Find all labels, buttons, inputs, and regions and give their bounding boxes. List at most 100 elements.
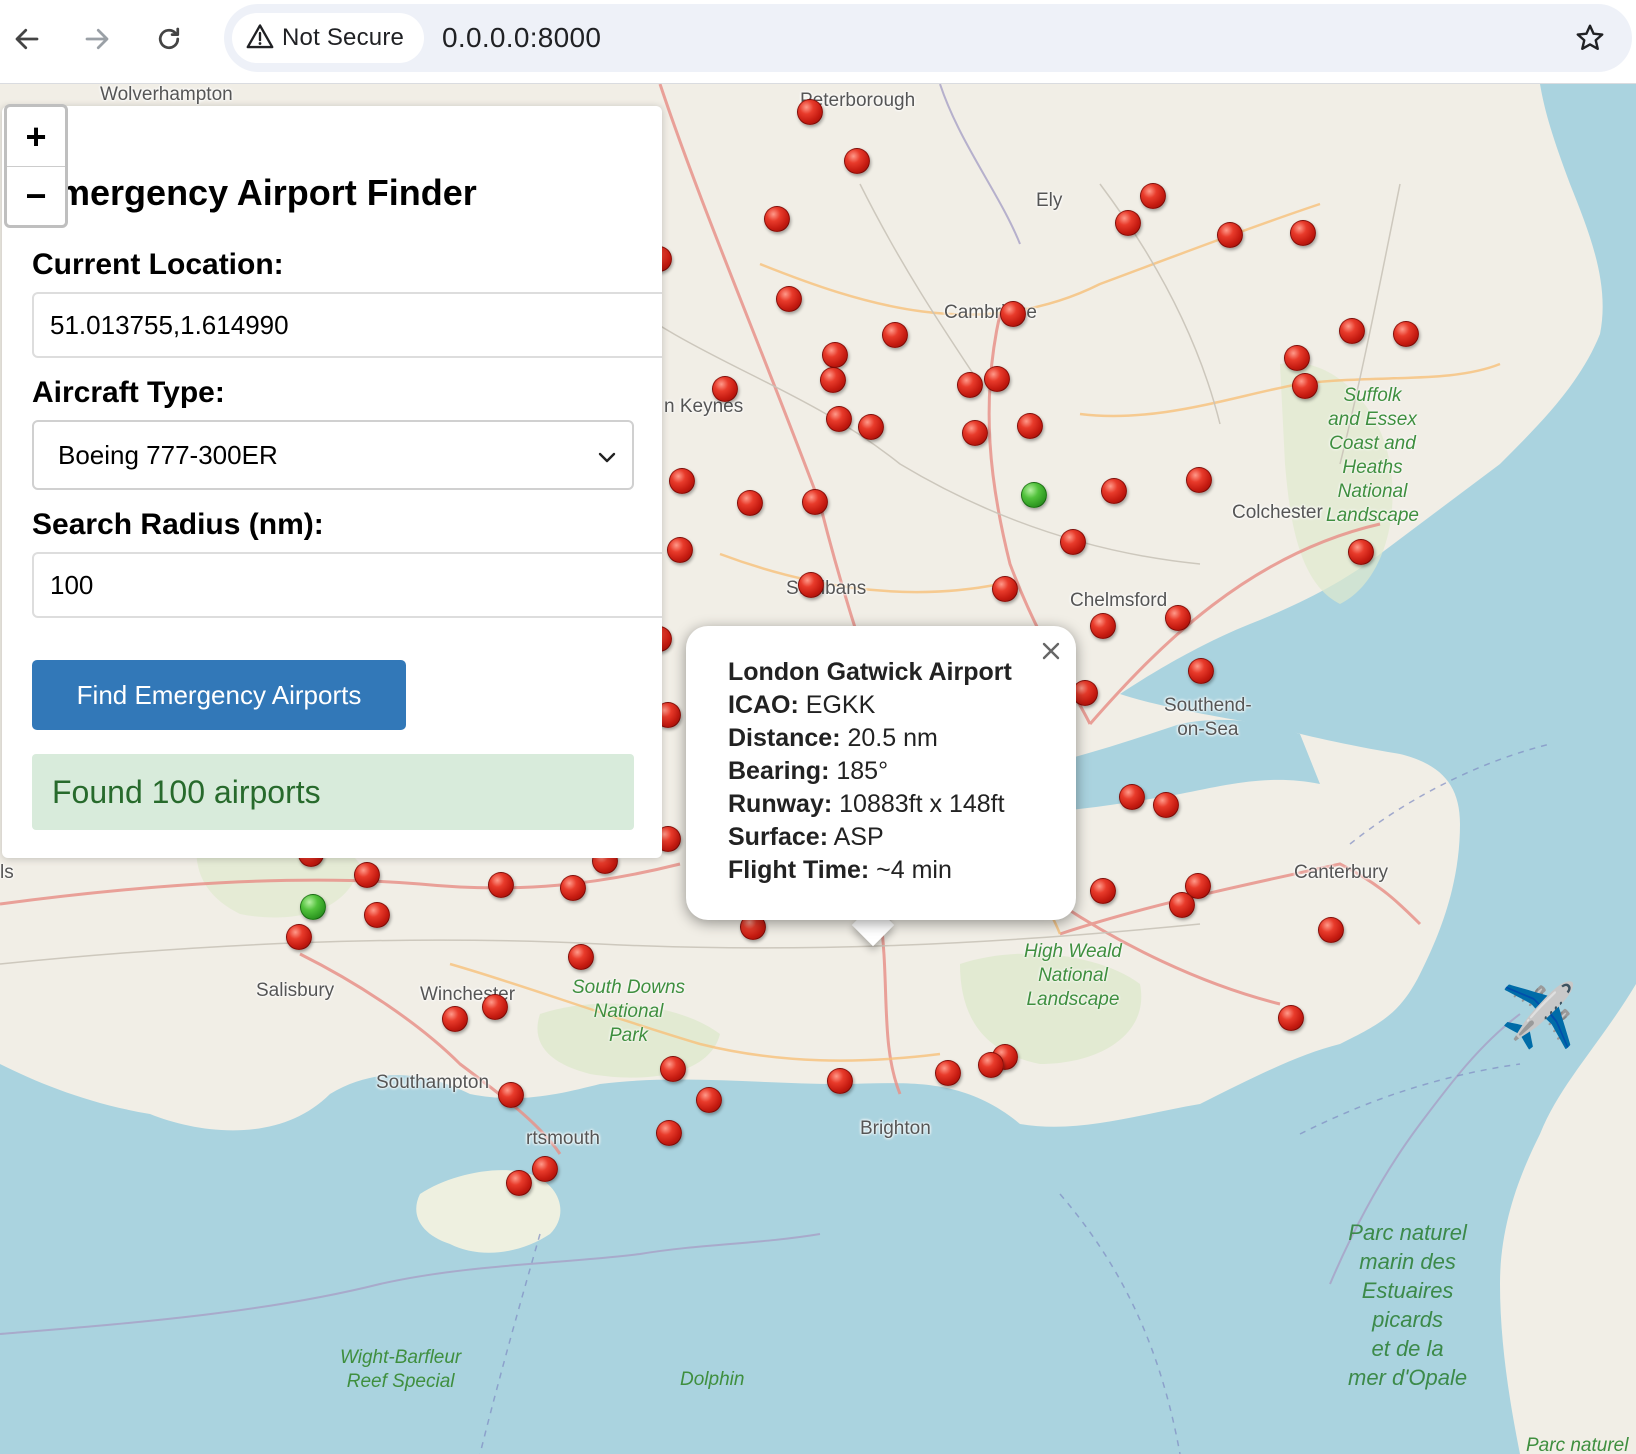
warning-icon xyxy=(246,23,274,54)
security-chip[interactable]: Not Secure xyxy=(232,13,424,63)
aircraft-select[interactable]: Boeing 777-300ER xyxy=(32,420,634,490)
reload-icon[interactable] xyxy=(144,14,194,64)
airport-marker[interactable] xyxy=(822,342,848,368)
airport-marker[interactable] xyxy=(992,576,1018,602)
airport-marker[interactable] xyxy=(532,1156,558,1182)
control-panel: Emergency Airport Finder Current Locatio… xyxy=(2,106,662,858)
popup-flight-time: Flight Time: ~4 min xyxy=(728,856,952,884)
airport-marker[interactable] xyxy=(776,286,802,312)
airport-marker[interactable] xyxy=(286,924,312,950)
forward-icon[interactable] xyxy=(72,14,122,64)
airport-marker[interactable] xyxy=(1165,605,1191,631)
panel-title: Emergency Airport Finder xyxy=(34,172,477,213)
address-bar[interactable]: Not Secure 0.0.0.0:8000 xyxy=(224,4,1632,72)
airport-marker[interactable] xyxy=(1217,222,1243,248)
airport-marker[interactable] xyxy=(844,148,870,174)
popup-airport-name: London Gatwick Airport xyxy=(728,658,1012,686)
airport-marker[interactable] xyxy=(764,206,790,232)
airport-marker[interactable] xyxy=(1090,613,1116,639)
airport-marker[interactable] xyxy=(737,490,763,516)
airport-marker[interactable] xyxy=(1318,917,1344,943)
airport-marker[interactable] xyxy=(669,468,695,494)
zoom-out-button[interactable]: − xyxy=(7,166,65,225)
close-icon[interactable] xyxy=(1038,638,1064,664)
airport-marker[interactable] xyxy=(1339,318,1365,344)
url-text[interactable]: 0.0.0.0:8000 xyxy=(442,22,601,54)
airport-marker[interactable] xyxy=(1278,1005,1304,1031)
radius-input[interactable]: 100 xyxy=(32,552,662,618)
airport-marker[interactable] xyxy=(568,944,594,970)
zoom-in-button[interactable]: + xyxy=(7,107,65,166)
airport-marker[interactable] xyxy=(488,872,514,898)
park-label: High Weald National Landscape xyxy=(1024,941,1122,1010)
bookmark-star-icon[interactable] xyxy=(1568,16,1612,60)
airport-marker[interactable] xyxy=(660,1056,686,1082)
place-label: Ely xyxy=(1036,190,1063,211)
radius-label: Search Radius (nm): xyxy=(32,508,324,541)
airport-marker[interactable] xyxy=(1284,345,1310,371)
airport-marker[interactable] xyxy=(1348,539,1374,565)
airport-marker[interactable] xyxy=(1188,658,1214,684)
airport-marker[interactable] xyxy=(364,902,390,928)
airport-marker[interactable] xyxy=(482,994,508,1020)
airport-marker[interactable] xyxy=(1115,210,1141,236)
airport-marker[interactable] xyxy=(712,376,738,402)
aircraft-label: Aircraft Type: xyxy=(32,376,225,409)
airport-marker[interactable] xyxy=(354,862,380,888)
airport-marker[interactable] xyxy=(820,367,846,393)
chevron-down-icon xyxy=(596,444,618,475)
airport-marker[interactable] xyxy=(984,366,1010,392)
map-view[interactable]: Wolverhampton Peterborough Ely Cambridge… xyxy=(0,84,1636,1454)
place-label: rtsmouth xyxy=(526,1128,600,1149)
place-label: Colchester xyxy=(1232,502,1323,523)
airport-marker[interactable] xyxy=(827,1068,853,1094)
park-label: Parc naturel marin des Estuaires picards… xyxy=(1348,1220,1468,1390)
airport-marker[interactable] xyxy=(1292,373,1318,399)
place-label: ls xyxy=(0,862,14,883)
airport-marker[interactable] xyxy=(667,537,693,563)
airport-marker[interactable] xyxy=(1090,878,1116,904)
airport-marker[interactable] xyxy=(957,372,983,398)
airport-marker[interactable] xyxy=(696,1087,722,1113)
popup-surface: Surface: ASP xyxy=(728,823,884,851)
airport-marker[interactable] xyxy=(858,414,884,440)
airport-marker[interactable] xyxy=(826,406,852,432)
airport-marker[interactable] xyxy=(656,1120,682,1146)
airport-marker[interactable] xyxy=(1153,792,1179,818)
airport-marker[interactable] xyxy=(1169,892,1195,918)
airport-marker[interactable] xyxy=(1101,478,1127,504)
airport-marker[interactable] xyxy=(1393,321,1419,347)
park-label: Wight-Barfleur Reef Special xyxy=(340,1347,462,1392)
popup-distance: Distance: 20.5 nm xyxy=(728,724,938,752)
airport-marker[interactable] xyxy=(935,1060,961,1086)
airport-marker[interactable] xyxy=(1140,183,1166,209)
find-airports-button[interactable]: Find Emergency Airports xyxy=(32,660,406,730)
place-label: Chelmsford xyxy=(1070,590,1168,611)
airport-marker[interactable] xyxy=(560,875,586,901)
airport-marker[interactable] xyxy=(506,1170,532,1196)
airport-marker[interactable] xyxy=(1290,220,1316,246)
airport-marker[interactable] xyxy=(498,1082,524,1108)
status-message: Found 100 airports xyxy=(32,754,634,830)
airport-marker-selected[interactable] xyxy=(300,894,326,920)
airport-marker[interactable] xyxy=(1119,784,1145,810)
airport-marker[interactable] xyxy=(978,1052,1004,1078)
place-label: Salisbury xyxy=(256,980,335,1001)
popup-icao: ICAO: EGKK xyxy=(728,691,876,719)
airport-marker[interactable] xyxy=(797,99,823,125)
airport-marker[interactable] xyxy=(882,322,908,348)
airport-marker[interactable] xyxy=(798,572,824,598)
zoom-control: + − xyxy=(4,104,68,228)
airport-marker[interactable] xyxy=(1186,467,1212,493)
location-input[interactable]: 51.013755,1.614990 xyxy=(32,292,662,358)
airport-marker-selected[interactable] xyxy=(1021,482,1047,508)
airplane-icon[interactable]: ✈️ xyxy=(1500,986,1577,1048)
airport-marker[interactable] xyxy=(802,489,828,515)
park-label: Parc naturel xyxy=(1526,1435,1629,1454)
airport-marker[interactable] xyxy=(962,420,988,446)
airport-marker[interactable] xyxy=(1060,529,1086,555)
airport-marker[interactable] xyxy=(1017,413,1043,439)
airport-marker[interactable] xyxy=(1000,301,1026,327)
back-icon[interactable] xyxy=(2,14,52,64)
airport-marker[interactable] xyxy=(442,1006,468,1032)
